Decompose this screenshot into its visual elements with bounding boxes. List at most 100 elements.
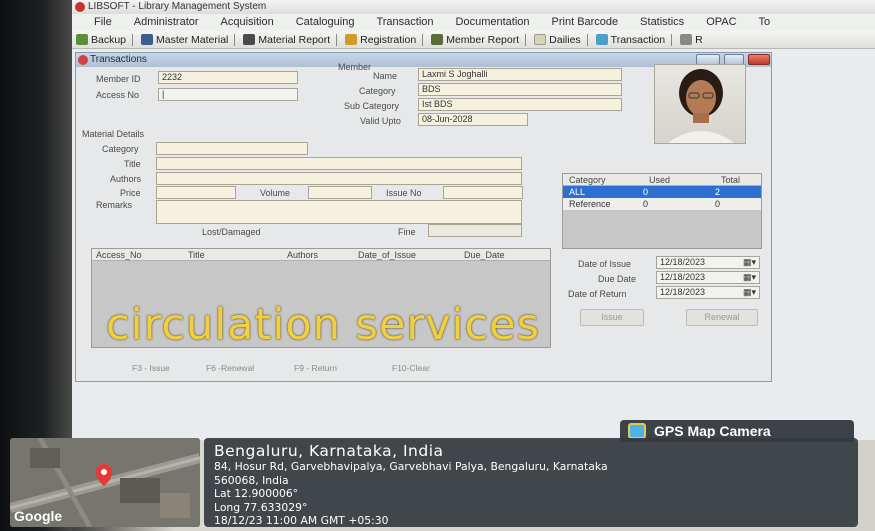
material-details-label: Material Details [82,129,145,139]
toolbar-registration-button[interactable]: Registration [345,31,424,48]
material-authors-field [156,172,522,185]
col-authors: Authors [287,250,319,260]
fine-field [428,224,522,237]
app-title: LIBSOFT - Library Management System [88,1,267,12]
binoculars-icon [243,34,256,45]
toolbar-master-material-button[interactable]: Master Material [141,31,236,48]
access-no-input[interactable]: | [158,88,298,101]
fkey-issue: F3 - Issue [132,363,170,373]
material-authors-label: Authors [110,174,142,184]
toolbar-dailies-button[interactable]: Dailies [534,31,588,48]
access-no-label: Access No [96,90,140,100]
col-total: Total [721,175,741,185]
due-date-label: Due Date [598,274,637,284]
member-name-field: Laxmi S Joghalli [418,68,622,81]
member-category-field: BDS [418,83,622,96]
material-volume-field [308,186,372,199]
toolbar-report-button[interactable]: R [680,31,703,48]
map-brand-label: Google [14,508,63,524]
app-screen: LIBSOFT - Library Management System File… [72,0,875,440]
col-used: Used [649,175,671,185]
material-volume-label: Volume [260,188,291,198]
transactions-window-title: Transactions [90,54,147,65]
sub-category-label: Sub Category [344,101,400,111]
location-longitude: Long 77.633029° [214,500,308,514]
toolbar-material-report-button[interactable]: Material Report [243,31,338,48]
renewal-button[interactable]: Renewal [686,309,758,326]
camera-icon [628,423,646,439]
menu-cataloguing[interactable]: Cataloguing [296,14,355,31]
due-date-picker[interactable]: 12/18/2023 ▦▾ [656,271,760,284]
material-price-label: Price [120,188,141,198]
dailies-icon [534,34,547,45]
member-id-field[interactable]: 2232 [158,71,298,84]
registration-icon [345,34,358,45]
material-category-label: Category [102,144,139,154]
date-of-return-label: Date of Return [568,289,627,299]
material-category-field [156,142,308,155]
member-category-label: Category [359,86,396,96]
toolbar: Backup Master Material Material Report R… [72,31,875,49]
col-date-of-issue: Date_of_Issue [358,250,417,260]
limits-header: Category Used Total [563,174,761,186]
borrow-limits-grid[interactable]: Category Used Total ALL 0 2 Reference 0 … [562,173,762,249]
backup-icon [76,34,88,45]
member-photo [654,64,746,144]
col-access-no: Access_No [96,250,142,260]
limits-row-reference[interactable]: Reference 0 0 [563,198,761,210]
fine-label: Fine [398,227,416,237]
fkey-renewal: F6 -Renewal [206,363,255,373]
gps-info-panel: Bengaluru, Karnataka, India 84, Hosur Rd… [204,438,858,527]
material-remarks-field [156,200,522,224]
member-section-label: Member [338,62,372,72]
menu-transaction[interactable]: Transaction [376,14,433,31]
location-map-thumbnail: Google [10,438,200,527]
calendar-icon[interactable]: ▦▾ [743,257,756,268]
menu-opac[interactable]: OPAC [706,14,736,31]
col-due-date: Due_Date [464,250,505,260]
members-icon [431,34,444,45]
menu-print-barcode[interactable]: Print Barcode [552,14,619,31]
menu-statistics[interactable]: Statistics [640,14,684,31]
name-label: Name [373,71,398,81]
date-of-issue-picker[interactable]: 12/18/2023 ▦▾ [656,256,760,269]
toolbar-backup-button[interactable]: Backup [76,31,134,48]
calendar-icon[interactable]: ▦▾ [743,272,756,283]
menu-administrator[interactable]: Administrator [134,14,199,31]
toolbar-member-report-button[interactable]: Member Report [431,31,527,48]
report-icon [680,34,693,45]
fkey-clear: F10-Clear [392,363,430,373]
material-remarks-label: Remarks [96,200,133,210]
fkey-return: F9 - Return [294,363,337,373]
material-issue-no-label: Issue No [386,188,422,198]
sub-category-field: Ist BDS [418,98,622,111]
material-title-label: Title [124,159,141,169]
col-title: Title [188,250,205,260]
issued-items-header: Access_No Title Authors Date_of_Issue Du… [92,249,550,261]
col-category: Category [569,175,606,185]
issue-button[interactable]: Issue [580,309,644,326]
window-app-icon [78,55,88,65]
transaction-icon [595,34,608,45]
photo-of-monitor: LIBSOFT - Library Management System File… [0,0,875,531]
circulation-services-watermark: circulation services [106,300,540,350]
valid-upto-label: Valid Upto [360,116,401,126]
menu-acquisition[interactable]: Acquisition [221,14,274,31]
member-id-label: Member ID [96,74,141,84]
material-price-field [156,186,236,199]
material-title-field [156,157,522,170]
location-address-line2: 560068, India [214,473,289,487]
menu-file[interactable]: File [94,14,112,31]
date-of-return-picker[interactable]: 12/18/2023 ▦▾ [656,286,760,299]
app-titlebar: LIBSOFT - Library Management System [72,0,875,14]
material-issue-no-field [443,186,523,199]
master-material-icon [141,34,154,45]
limits-row-all[interactable]: ALL 0 2 [563,186,761,198]
toolbar-transaction-button[interactable]: Transaction [595,31,673,48]
menu-tools[interactable]: To [759,14,771,31]
date-of-issue-label: Date of Issue [578,259,632,269]
location-city: Bengaluru, Karnataka, India [214,442,444,460]
close-button[interactable] [748,54,770,65]
calendar-icon[interactable]: ▦▾ [743,287,756,298]
menu-documentation[interactable]: Documentation [456,14,530,31]
